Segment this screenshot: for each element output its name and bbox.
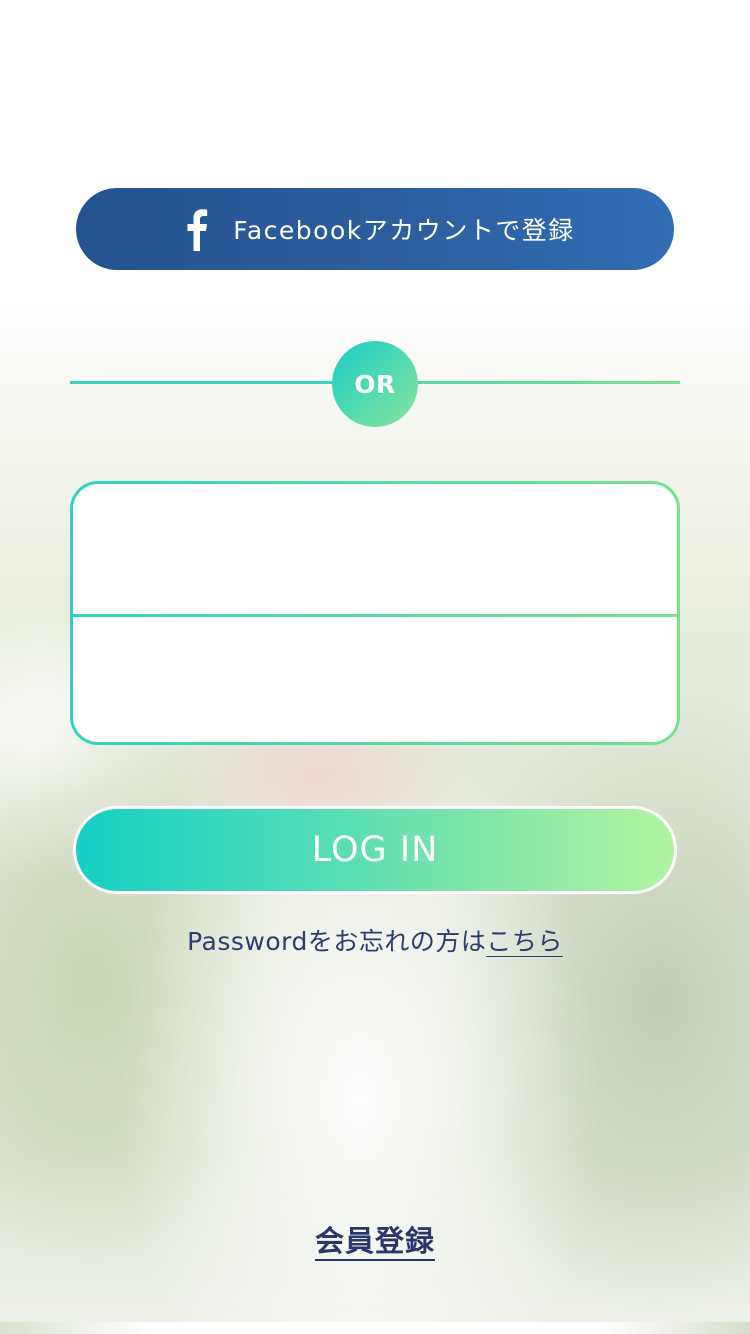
register-link[interactable]: 会員登録: [315, 1224, 435, 1258]
register-section: 会員登録: [0, 1218, 750, 1260]
login-button-label: LOG IN: [311, 830, 439, 870]
divider-line-left: [70, 381, 340, 384]
forgot-password: Passwordをお忘れの方はこちら: [0, 922, 750, 958]
divider-line-right: [410, 381, 680, 384]
facebook-register-button[interactable]: Facebookアカウントで登録: [76, 188, 674, 270]
forgot-password-link[interactable]: こちら: [486, 927, 563, 956]
background-bottom-edge: [0, 1322, 750, 1334]
email-field[interactable]: [73, 484, 677, 614]
or-badge: OR: [332, 341, 418, 427]
facebook-register-label: Facebookアカウントで登録: [233, 216, 575, 245]
facebook-f-icon: [187, 209, 208, 251]
password-field[interactable]: [73, 616, 677, 742]
or-label: OR: [354, 369, 396, 399]
forgot-password-text: Passwordをお忘れの方は: [187, 927, 487, 956]
login-button[interactable]: LOG IN: [73, 806, 677, 894]
login-form-inner: [73, 484, 677, 742]
login-form: [70, 481, 680, 745]
